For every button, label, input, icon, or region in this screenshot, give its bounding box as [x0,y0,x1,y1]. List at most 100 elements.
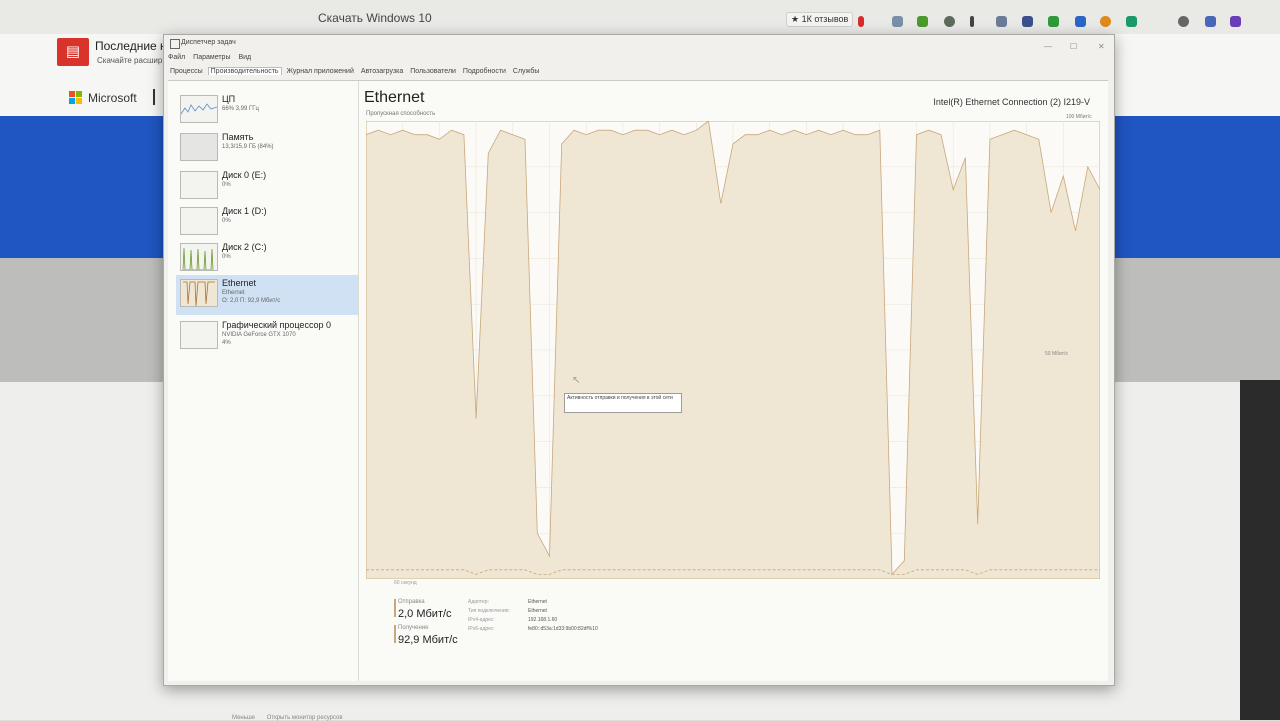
send-value: 2,0 Мбит/с [398,608,452,620]
info-label: IPv4-адрес: [468,617,495,623]
tab-details[interactable]: Подробности [461,68,508,75]
window-title: Диспетчер задач [181,39,236,46]
chart-max-label: 100 Мбит/с [1066,114,1092,120]
task-manager-icon [170,39,180,49]
menu-view[interactable]: Вид [238,54,251,61]
menu-file[interactable]: Файл [168,54,185,61]
chart-label: Пропускная способность [366,111,436,117]
minimize-icon[interactable]: — [1044,42,1052,51]
menu-options[interactable]: Параметры [193,54,230,61]
microsoft-logo-icon[interactable] [69,91,83,105]
monitor-bezel [1240,380,1280,720]
clock-icon[interactable] [1100,16,1111,27]
send-label: Отправка [398,599,425,605]
info-value: fe80::d53a:1d33:9b00:82df%10 [528,626,598,632]
tab-services[interactable]: Службы [511,68,542,75]
header-divider [153,89,155,105]
memory-thumbnail [180,133,218,161]
resource-name: Память [222,132,254,142]
resource-name: Диск 0 (E:) [222,170,267,180]
resource-name: ЦП [222,94,236,104]
resource-name: Диск 2 (C:) [222,242,267,252]
performance-panel: ЦП 66% 3,99 ГГц Память 13,3/15,9 ГБ (84%… [168,80,1108,721]
throughput-chart[interactable] [366,121,1100,579]
globe-icon[interactable] [1178,16,1189,27]
resource-name: Диск 1 (D:) [222,206,267,216]
resource-usage: 4% [222,340,231,346]
chart-tooltip: Активность отправки и получения в этой с… [564,393,682,413]
chart-time-label: 60 секунд [394,580,417,586]
browser-toolbar: Скачать Windows 10 ★ 1К отзывов [0,0,1280,35]
news-banner-title[interactable]: Последние н [95,39,167,53]
resource-name: Графический процессор 0 [222,320,332,330]
receive-label: Получение [398,625,429,631]
info-label: Тип подключения: [468,608,510,614]
resource-usage: 0% [222,218,231,224]
resource-usage: 66% 3,99 ГГц [222,106,259,112]
info-value: Ethernet [528,599,547,605]
titlebar[interactable]: Диспетчер задач — ☐ ✕ [164,35,1114,55]
microsoft-brand[interactable]: Microsoft [88,91,137,105]
news-icon: ▤ [57,38,89,66]
download-icon[interactable] [917,16,928,27]
news-banner-subtitle: Скачайте расшир [97,56,163,65]
fewer-details-link[interactable]: Меньше [232,715,255,721]
page-title: Ethernet [364,89,425,106]
resource-adapter: Ethernet [222,290,245,296]
cloud-icon[interactable] [996,16,1007,27]
maximize-icon[interactable]: ☐ [1070,42,1077,51]
reviews-chip[interactable]: ★ 1К отзывов [786,12,854,27]
resource-ethernet[interactable]: Ethernet Ethernet О: 2,0 П: 92,9 Мбит/с [176,275,358,315]
shield-teal-icon[interactable] [1126,16,1137,27]
tab-users[interactable]: Пользователи [408,68,458,75]
bookmark-icon[interactable] [858,16,864,27]
resource-disk-1[interactable]: Диск 1 (D:) 0% [176,203,358,239]
circle-icon[interactable] [944,16,955,27]
resource-model: NVIDIA GeForce GTX 1070 [222,332,296,338]
browser-tab-title[interactable]: Скачать Windows 10 [318,11,432,25]
cursor-icon: ↖ [572,375,581,386]
tab-strip: Процессы Производительность Журнал прило… [168,67,542,80]
close-icon[interactable]: ✕ [1098,42,1105,51]
resource-gpu[interactable]: Графический процессор 0 NVIDIA GeForce G… [176,317,358,353]
resource-usage: 0% [222,254,231,260]
resource-disk-2[interactable]: Диск 2 (C:) 0% [176,239,358,275]
resource-usage: 0% [222,182,231,188]
receive-value: 92,9 Мбит/с [398,634,458,646]
info-label: Адаптер: [468,599,489,605]
pen-icon[interactable] [970,16,974,27]
iq-icon[interactable] [1205,16,1216,27]
share-icon[interactable] [1075,16,1086,27]
tab-app-history[interactable]: Журнал приложений [285,68,356,75]
tab-processes[interactable]: Процессы [168,68,205,75]
shield-icon[interactable] [1022,16,1033,27]
filter-icon[interactable] [892,16,903,27]
shield-green-icon[interactable] [1048,16,1059,27]
send-indicator [394,599,396,617]
resource-monitor-link[interactable]: Открыть монитор ресурсов [267,715,343,721]
disk-thumbnail [180,207,218,235]
menu-bar: Файл Параметры Вид [168,54,257,61]
tab-startup[interactable]: Автозагрузка [359,68,405,75]
resource-usage: 13,3/15,9 ГБ (84%) [222,144,274,150]
info-value: Ethernet [528,608,547,614]
disk-thumbnail [180,171,218,199]
task-manager-window: Диспетчер задач — ☐ ✕ Файл Параметры Вид… [163,34,1115,721]
footer: Меньше Открыть монитор ресурсов [232,715,353,721]
receive-indicator [394,625,396,643]
resource-name: Ethernet [222,278,257,288]
resource-memory[interactable]: Память 13,3/15,9 ГБ (84%) [176,129,358,165]
gpu-thumbnail [180,321,218,349]
purple-icon[interactable] [1230,16,1241,27]
resource-disk-0[interactable]: Диск 0 (E:) 0% [176,167,358,203]
resource-cpu[interactable]: ЦП 66% 3,99 ГГц [176,91,358,127]
ethernet-thumbnail [180,279,218,307]
cpu-thumbnail [180,95,218,123]
disk-thumbnail [180,243,218,271]
tab-performance[interactable]: Производительность [207,67,282,75]
chart-mid-label: 50 Мбит/с [1045,351,1068,357]
info-value: 192.168.1.60 [528,617,558,623]
resource-throughput: О: 2,0 П: 92,9 Мбит/с [222,298,281,304]
resource-sidebar: ЦП 66% 3,99 ГГц Память 13,3/15,9 ГБ (84%… [168,81,359,681]
info-label: IPv6-адрес: [468,626,495,632]
